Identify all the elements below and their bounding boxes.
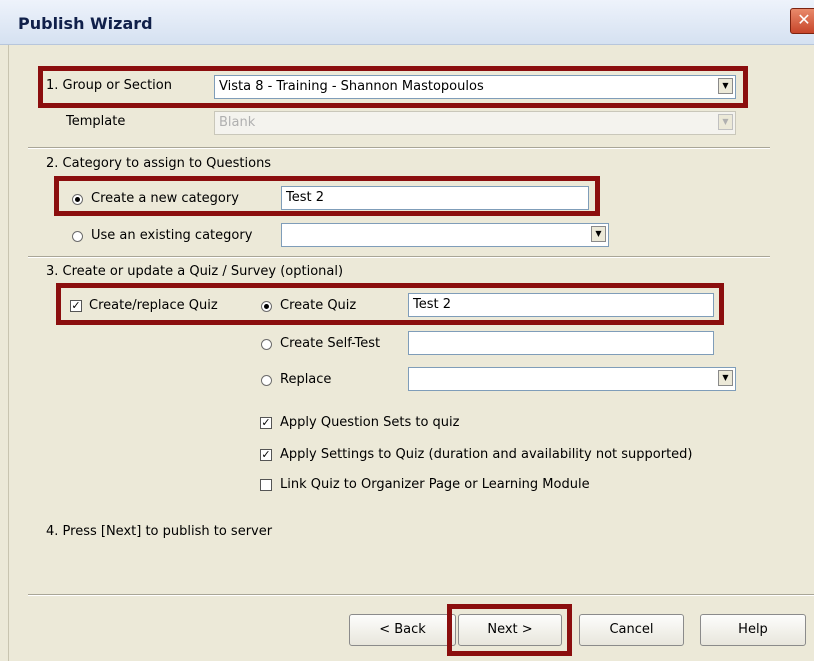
next-button[interactable]: Next > [458,614,562,646]
existing-category-select[interactable]: ▼ [281,223,609,247]
use-existing-category-label[interactable]: Use an existing category [91,228,252,243]
group-or-section-select[interactable]: Vista 8 - Training - Shannon Mastopoulos… [214,75,736,99]
apply-settings-label[interactable]: Apply Settings to Quiz (duration and ava… [280,447,693,462]
chevron-down-icon[interactable]: ▼ [591,226,606,242]
window-title: Publish Wizard [18,14,153,33]
template-label: Template [66,114,126,129]
replace-label[interactable]: Replace [280,372,331,387]
link-quiz-checkbox[interactable] [260,479,272,491]
create-new-category-label[interactable]: Create a new category [91,191,239,206]
title-bar: Publish Wizard [0,0,814,45]
replace-radio[interactable] [261,375,272,386]
close-button[interactable]: ✕ [790,8,814,34]
divider [28,594,814,596]
create-quiz-radio[interactable] [261,301,272,312]
template-value: Blank [219,115,256,130]
self-test-input[interactable] [408,331,714,355]
chevron-down-icon[interactable]: ▼ [718,370,733,386]
replace-select[interactable]: ▼ [408,367,736,391]
group-or-section-value: Vista 8 - Training - Shannon Mastopoulos [219,79,484,94]
help-button[interactable]: Help [700,614,806,646]
quiz-heading: 3. Create or update a Quiz / Survey (opt… [46,264,344,279]
create-replace-quiz-checkbox[interactable]: ✓ [70,300,82,312]
category-heading: 2. Category to assign to Questions [46,156,272,171]
apply-question-sets-label[interactable]: Apply Question Sets to quiz [280,415,459,430]
back-button[interactable]: < Back [349,614,456,646]
create-quiz-value: Test 2 [413,297,452,312]
create-new-category-radio[interactable] [72,194,83,205]
group-or-section-label: 1. Group or Section [46,78,172,93]
chevron-down-icon: ▼ [718,114,733,130]
link-quiz-label[interactable]: Link Quiz to Organizer Page or Learning … [280,477,590,492]
create-self-test-radio[interactable] [261,339,272,350]
new-category-input[interactable]: Test 2 [281,186,589,210]
divider [28,256,770,258]
create-quiz-label[interactable]: Create Quiz [280,298,356,313]
create-self-test-label[interactable]: Create Self-Test [280,336,380,351]
chevron-down-icon[interactable]: ▼ [718,78,733,94]
close-icon: ✕ [797,10,811,29]
publish-instruction: 4. Press [Next] to publish to server [46,524,273,539]
use-existing-category-radio[interactable] [72,231,83,242]
create-replace-quiz-label[interactable]: Create/replace Quiz [89,298,218,313]
template-select: Blank ▼ [214,111,736,135]
cancel-button[interactable]: Cancel [579,614,684,646]
new-category-value: Test 2 [286,190,325,205]
apply-question-sets-checkbox[interactable]: ✓ [260,417,272,429]
apply-settings-checkbox[interactable]: ✓ [260,449,272,461]
create-quiz-input[interactable]: Test 2 [408,293,714,317]
divider [28,147,770,149]
